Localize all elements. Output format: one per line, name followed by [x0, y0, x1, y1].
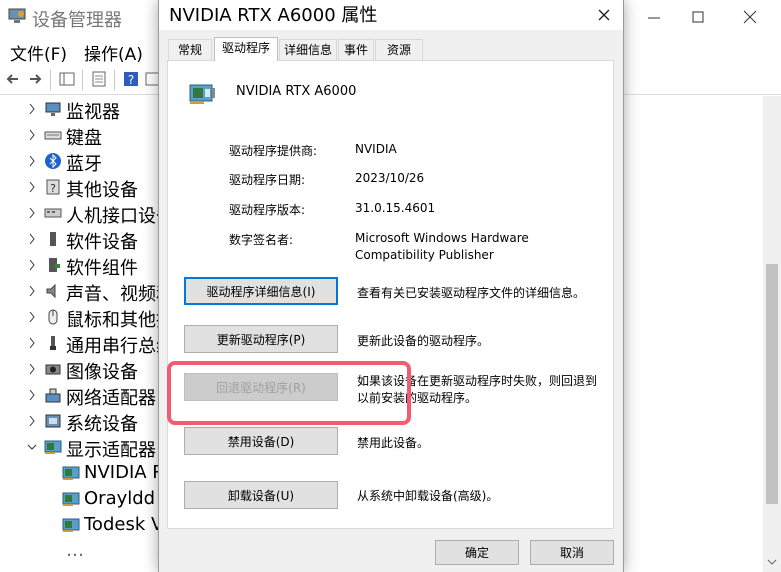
tree-item-label: 监视器: [66, 102, 120, 123]
monitor-icon: [44, 100, 62, 118]
toolbar-divider: [114, 70, 115, 90]
display-adapter-icon: [62, 490, 80, 508]
tree-item-label: 键盘: [66, 128, 102, 149]
keyboard-icon: [44, 126, 62, 144]
driver-provider-value: NVIDIA: [355, 142, 397, 156]
bluetooth-icon: [44, 152, 62, 170]
driver-provider-label: 驱动程序提供商:: [229, 144, 318, 158]
chevron-right-icon[interactable]: [26, 231, 38, 247]
chevron-right-icon[interactable]: [26, 205, 38, 221]
properties-icon[interactable]: [90, 70, 108, 88]
forward-arrow-icon[interactable]: [26, 70, 44, 88]
uninstall-device-button[interactable]: 卸载设备(U): [184, 481, 338, 509]
device-manager-icon: [8, 8, 26, 24]
digital-signer-label: 数字签名者:: [229, 233, 294, 247]
svg-text:?: ?: [128, 73, 134, 87]
chevron-right-icon[interactable]: [26, 335, 38, 351]
toolbar-divider: [82, 70, 83, 90]
dialog-close-icon[interactable]: [591, 2, 617, 26]
device-manager-title: 设备管理器: [32, 10, 122, 31]
update-driver-description: 更新此设备的驱动程序。: [357, 334, 490, 348]
tree-item-label: 蓝牙: [66, 154, 102, 175]
chevron-down-icon[interactable]: [26, 439, 38, 455]
scrollbar-thumb[interactable]: [766, 264, 778, 504]
cancel-button[interactable]: 取消: [530, 540, 614, 565]
mouse-icon: [44, 308, 62, 326]
driver-details-description: 查看有关已安装驱动程序文件的详细信息。: [357, 286, 586, 300]
tree-child-label: NVIDIA R: [84, 462, 165, 483]
display-adapter-icon: [62, 464, 80, 482]
driver-version-label: 驱动程序版本:: [229, 203, 306, 217]
dialog-title: NVIDIA RTX A6000 属性: [169, 5, 378, 26]
hid-icon: [44, 204, 62, 222]
device-name: NVIDIA RTX A6000: [236, 84, 357, 99]
toolbar-divider: [50, 70, 51, 90]
driver-date-label: 驱动程序日期:: [229, 173, 306, 187]
software-device-icon: [44, 230, 62, 248]
chevron-right-icon[interactable]: [26, 101, 38, 117]
chevron-right-icon[interactable]: [26, 153, 38, 169]
driver-date-value: 2023/10/26: [355, 171, 425, 185]
chevron-right-icon[interactable]: [26, 179, 38, 195]
menu-file[interactable]: 文件(F): [10, 40, 67, 65]
highlight-annotation: [167, 361, 411, 425]
menu-action[interactable]: 操作(A): [84, 40, 143, 65]
disable-device-button[interactable]: 禁用设备(D): [184, 427, 338, 455]
svg-text:?: ?: [50, 182, 56, 195]
scroll-down-arrow-icon[interactable]: [767, 552, 777, 565]
tab-general[interactable]: 常规: [168, 39, 212, 60]
tree-item-label: 软件设备: [66, 232, 138, 253]
digital-signer-value: Microsoft Windows Hardware Compatibility…: [355, 231, 529, 262]
dialog-titlebar: NVIDIA RTX A6000 属性: [159, 0, 623, 30]
uninstall-device-description: 从系统中卸载设备(高级)。: [357, 489, 499, 503]
chevron-right-icon[interactable]: [26, 283, 38, 299]
other-devices-icon: ?: [44, 178, 62, 196]
driver-tab-page: NVIDIA RTX A6000 驱动程序提供商: NVIDIA 驱动程序日期:…: [167, 60, 614, 529]
driver-details-button[interactable]: 驱动程序详细信息(I): [184, 277, 338, 305]
tree-item-label: 网络适配器: [66, 388, 156, 409]
tree-item-label: 软件组件: [66, 258, 138, 279]
chevron-right-icon[interactable]: [26, 257, 38, 273]
display-adapter-icon: [44, 438, 62, 456]
back-arrow-icon[interactable]: [4, 70, 22, 88]
usb-icon: [44, 334, 62, 352]
ok-button[interactable]: 确定: [435, 540, 519, 565]
help-icon[interactable]: ?: [122, 70, 140, 88]
chevron-right-icon[interactable]: [26, 127, 38, 143]
tab-events[interactable]: 事件: [338, 39, 374, 60]
network-icon: [44, 386, 62, 404]
close-icon[interactable]: [736, 4, 764, 30]
tab-details[interactable]: 详细信息: [279, 39, 337, 60]
tree-item-label: 其他设备: [66, 180, 138, 201]
tree-child-label: Todesk V: [84, 514, 164, 535]
update-driver-button[interactable]: 更新驱动程序(P): [184, 325, 338, 353]
tree-item-label: 图像设备: [66, 362, 138, 383]
chevron-right-icon[interactable]: [26, 413, 38, 429]
chevron-right-icon[interactable]: [26, 361, 38, 377]
vertical-scrollbar[interactable]: [763, 96, 781, 572]
minimize-icon[interactable]: [640, 4, 668, 30]
properties-dialog: NVIDIA RTX A6000 属性 常规 驱动程序 详细信息 事件 资源 N…: [158, 0, 624, 572]
tree-item-label: 显示适配器: [66, 440, 156, 461]
tree-item-label: 系统设备: [66, 414, 138, 435]
system-device-icon: [44, 412, 62, 430]
display-adapter-icon: [62, 516, 80, 534]
camera-icon: [44, 360, 62, 378]
chevron-right-icon[interactable]: [26, 309, 38, 325]
driver-version-value: 31.0.15.4601: [355, 201, 436, 215]
maximize-icon[interactable]: [684, 4, 712, 30]
tab-driver[interactable]: 驱动程序: [214, 37, 278, 61]
tree-child-label: Orayldd: [84, 488, 156, 509]
software-component-icon: [44, 256, 62, 274]
display-adapter-icon: [188, 79, 218, 109]
console-tree-icon[interactable]: [58, 70, 76, 88]
speaker-icon: [44, 282, 62, 300]
chevron-right-icon[interactable]: [26, 387, 38, 403]
tab-resources[interactable]: 资源: [375, 39, 423, 60]
tree-item-label: …: [66, 540, 84, 561]
disable-device-description: 禁用此设备。: [357, 436, 430, 450]
